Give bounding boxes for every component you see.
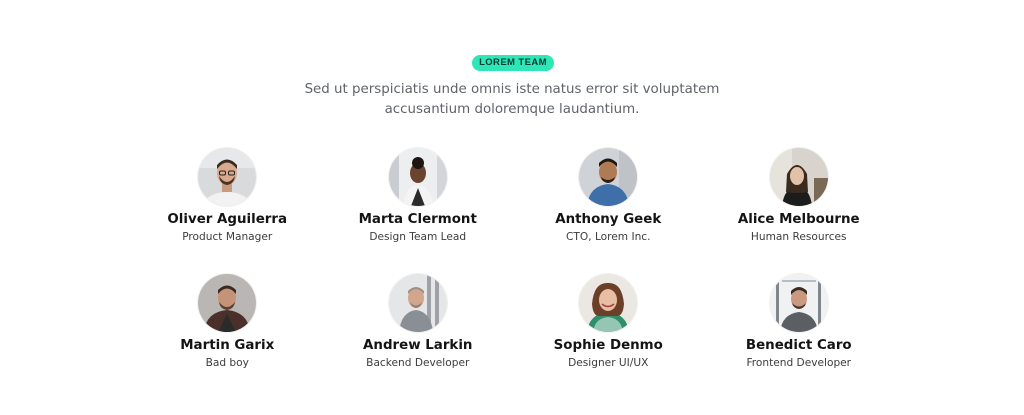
team-member: Sophie Denmo Designer UI/UX	[513, 274, 704, 400]
member-name: Oliver Aguilerra	[167, 212, 288, 227]
member-role: Bad boy	[205, 357, 249, 369]
member-role: Frontend Developer	[746, 357, 852, 369]
avatar	[579, 274, 638, 332]
section-badge: LOREM TEAM	[472, 55, 554, 71]
member-role: Design Team Lead	[369, 231, 467, 243]
member-name: Anthony Geek	[555, 212, 662, 227]
member-name: Alice Melbourne	[737, 212, 860, 227]
member-role: Human Resources	[750, 231, 847, 243]
avatar	[198, 148, 257, 206]
team-section: LOREM TEAM Sed ut perspiciatis unde omni…	[0, 0, 1024, 415]
team-member: Benedict Caro Frontend Developer	[704, 274, 895, 400]
team-member: Alice Melbourne Human Resources	[704, 148, 895, 274]
member-role: Designer UI/UX	[568, 357, 649, 369]
section-intro: Sed ut perspiciatis unde omnis iste natu…	[304, 82, 720, 117]
member-role: CTO, Lorem Inc.	[566, 231, 651, 243]
member-name: Andrew Larkin	[363, 338, 473, 353]
team-grid: Oliver Aguilerra Product Manager Marta C…	[132, 148, 894, 400]
avatar	[388, 274, 447, 332]
avatar	[579, 148, 638, 206]
team-member: Martin Garix Bad boy	[132, 274, 323, 400]
avatar	[198, 274, 257, 332]
avatar	[388, 148, 447, 206]
team-member: Marta Clermont Design Team Lead	[323, 148, 514, 274]
member-name: Marta Clermont	[358, 212, 477, 227]
member-role: Backend Developer	[366, 357, 470, 369]
team-member: Andrew Larkin Backend Developer	[323, 274, 514, 400]
team-member: Anthony Geek CTO, Lorem Inc.	[513, 148, 704, 274]
member-name: Martin Garix	[180, 338, 275, 353]
avatar	[769, 148, 828, 206]
member-name: Sophie Denmo	[553, 338, 663, 353]
member-role: Product Manager	[182, 231, 273, 243]
member-name: Benedict Caro	[745, 338, 852, 353]
team-member: Oliver Aguilerra Product Manager	[132, 148, 323, 274]
avatar	[769, 274, 828, 332]
